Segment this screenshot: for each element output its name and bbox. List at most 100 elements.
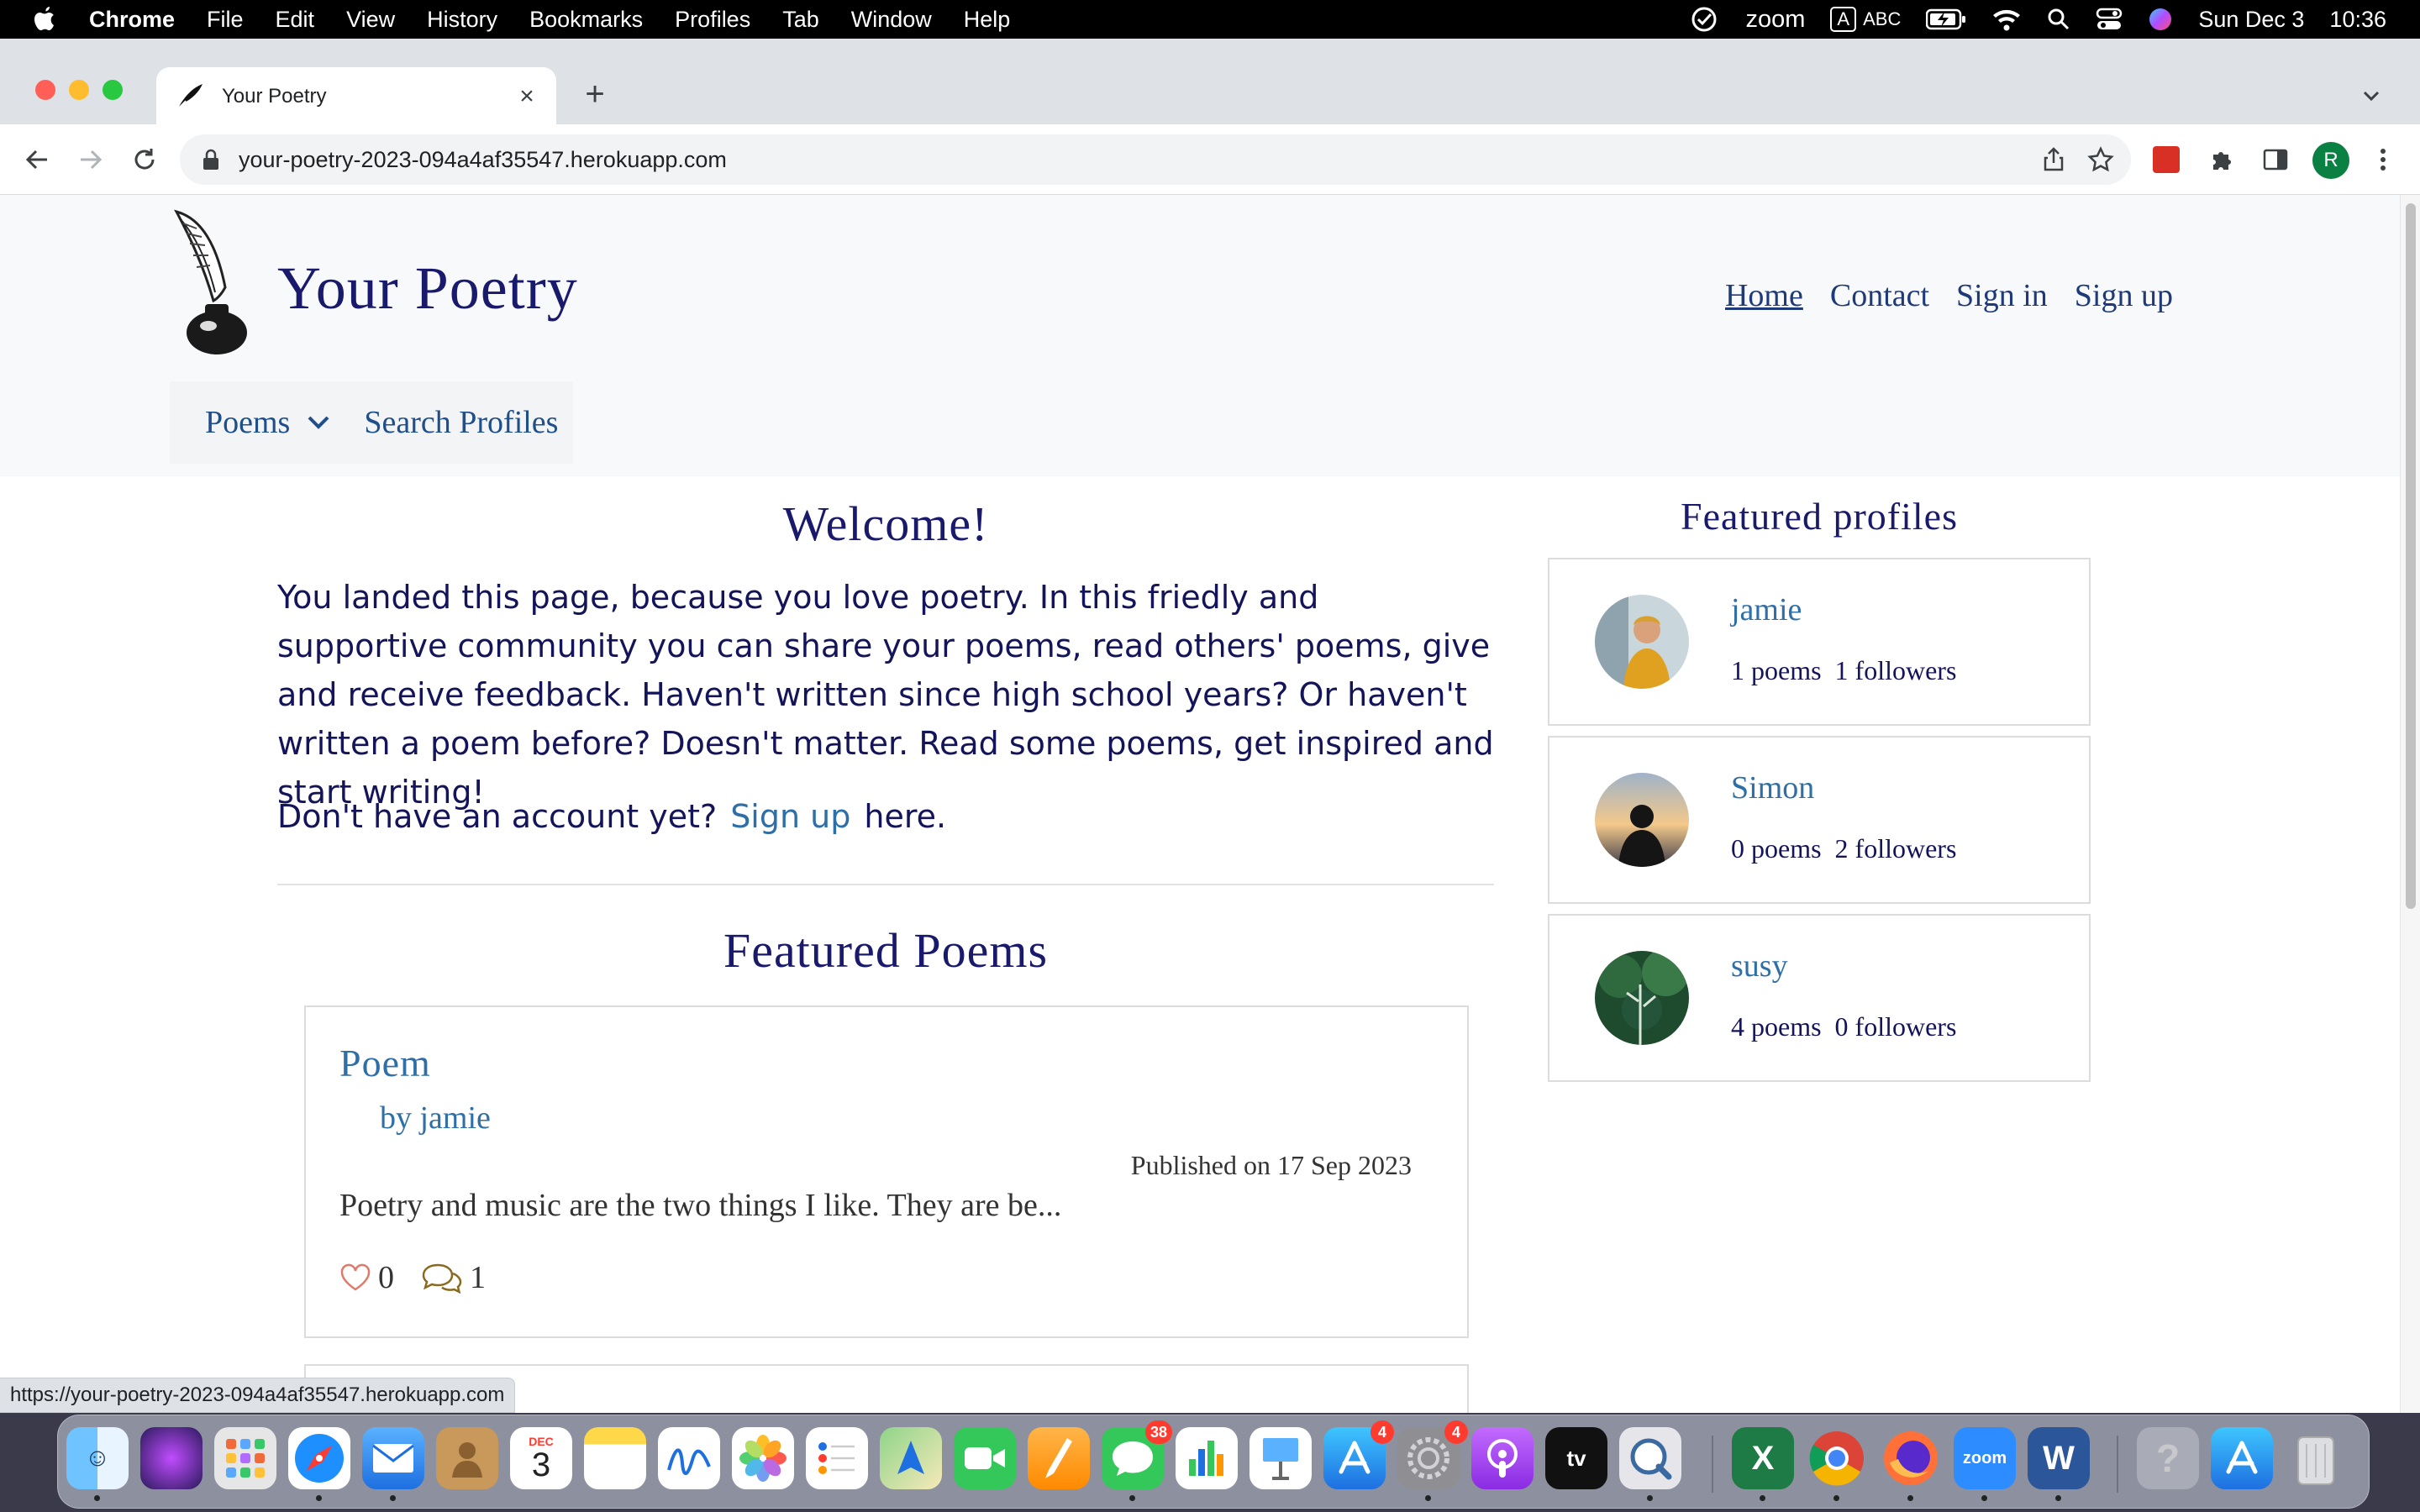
siri-app-icon[interactable] — [140, 1427, 203, 1489]
page-scrollbar[interactable] — [2400, 195, 2420, 1413]
input-source-indicator[interactable]: A ABC — [1830, 7, 1901, 32]
menu-chrome[interactable]: Chrome — [89, 7, 175, 33]
menu-profiles[interactable]: Profiles — [675, 7, 750, 33]
dock-separator — [2117, 1436, 2118, 1493]
screen-time-icon[interactable] — [1688, 3, 1720, 35]
bookmark-star-icon[interactable] — [2087, 146, 2114, 173]
heart-like-icon[interactable] — [339, 1263, 371, 1292]
menu-window[interactable]: Window — [851, 7, 932, 33]
address-bar[interactable]: your-poetry-2023-094a4af35547.herokuapp.… — [180, 134, 2131, 185]
reload-icon[interactable] — [128, 143, 161, 176]
extensions-puzzle-icon[interactable] — [2207, 144, 2237, 175]
system-settings-icon[interactable]: 4 — [1397, 1420, 1468, 1501]
safari-icon[interactable] — [288, 1427, 350, 1501]
app-store-icon[interactable]: 4 — [1323, 1420, 1394, 1489]
calendar-icon[interactable]: DEC 3 — [510, 1427, 572, 1489]
trash-icon[interactable] — [2285, 1427, 2347, 1489]
window-minimize-button[interactable] — [69, 80, 89, 100]
menubar-time[interactable]: 10:36 — [2329, 7, 2386, 33]
wifi-icon[interactable] — [1991, 7, 2022, 32]
battery-icon[interactable] — [1926, 8, 1966, 30]
photos-icon[interactable] — [732, 1427, 794, 1489]
profile-follower-count: 0 followers — [1834, 1011, 1957, 1042]
notes-icon[interactable] — [584, 1427, 646, 1489]
menu-edit[interactable]: Edit — [276, 7, 315, 33]
poem-author-link[interactable]: by jamie — [380, 1100, 491, 1137]
control-center-icon[interactable] — [2096, 7, 2123, 32]
chrome-icon[interactable] — [1806, 1427, 1868, 1501]
nav-contact-link[interactable]: Contact — [1830, 277, 1929, 314]
finder-icon[interactable]: ☺ — [66, 1427, 129, 1501]
pages-icon[interactable] — [1028, 1427, 1090, 1489]
profile-avatar-susy[interactable] — [1595, 951, 1689, 1045]
side-panel-icon[interactable] — [2260, 144, 2291, 175]
freeform-icon[interactable] — [658, 1427, 720, 1489]
nav-home-link[interactable]: Home — [1725, 277, 1803, 314]
poems-dropdown[interactable]: Poems — [205, 404, 330, 441]
forward-arrow-icon[interactable] — [74, 143, 108, 176]
menubar-date[interactable]: Sun Dec 3 — [2198, 7, 2304, 33]
address-url[interactable]: your-poetry-2023-094a4af35547.herokuapp.… — [239, 147, 727, 173]
apple-tv-icon[interactable]: tv — [1545, 1427, 1607, 1489]
app-store-folder-icon[interactable] — [2211, 1427, 2273, 1489]
poem-card[interactable]: Poem by jamie Published on 17 Sep 2023 P… — [304, 1005, 1469, 1338]
nav-sign-in-link[interactable]: Sign in — [1956, 277, 2048, 314]
account-prompt-suffix: here. — [864, 798, 947, 835]
search-profiles-link[interactable]: Search Profiles — [364, 404, 558, 441]
window-zoom-button[interactable] — [103, 80, 123, 100]
menu-file[interactable]: File — [207, 7, 244, 33]
word-icon[interactable]: W — [2028, 1427, 2090, 1501]
poem-title-link[interactable]: Poem — [339, 1041, 431, 1085]
comments-icon[interactable] — [421, 1262, 463, 1294]
mail-icon[interactable] — [362, 1427, 424, 1501]
lock-icon[interactable] — [202, 149, 220, 171]
sign-up-link[interactable]: Sign up — [730, 798, 850, 835]
tab-close-icon[interactable]: × — [513, 82, 541, 111]
zoom-status-label[interactable]: zoom — [1745, 6, 1805, 34]
keynote-icon[interactable] — [1249, 1427, 1312, 1489]
menu-help[interactable]: Help — [964, 7, 1011, 33]
reminders-icon[interactable] — [806, 1427, 868, 1489]
maps-icon[interactable] — [880, 1427, 942, 1489]
excel-icon[interactable]: X — [1732, 1427, 1794, 1501]
siri-icon[interactable] — [2148, 7, 2173, 32]
site-brand-title[interactable]: Your Poetry — [277, 254, 578, 323]
quill-inkpot-logo-icon[interactable] — [165, 207, 257, 358]
zoom-app-icon[interactable]: zoom — [1954, 1427, 2016, 1501]
window-close-button[interactable] — [35, 80, 55, 100]
contacts-icon[interactable] — [436, 1427, 498, 1489]
extension-icon[interactable] — [2151, 144, 2181, 175]
scrollbar-thumb[interactable] — [2406, 203, 2416, 909]
menu-bookmarks[interactable]: Bookmarks — [529, 7, 643, 33]
profile-card[interactable]: jamie 1 poems 1 followers — [1548, 558, 2091, 726]
firefox-icon[interactable] — [1880, 1427, 1942, 1501]
profile-avatar[interactable]: R — [2312, 142, 2349, 179]
spotlight-search-icon[interactable] — [2047, 8, 2070, 31]
menubar-status-area: zoom A ABC Sun Dec 3 10:36 — [1688, 0, 2386, 39]
profile-name-link[interactable]: jamie — [1731, 591, 1802, 628]
profile-name-link[interactable]: Simon — [1731, 769, 1814, 806]
apple-logo-icon[interactable] — [30, 4, 60, 34]
menu-view[interactable]: View — [346, 7, 395, 33]
menu-history[interactable]: History — [427, 7, 497, 33]
help-viewer-icon[interactable]: ? — [2137, 1427, 2199, 1489]
numbers-icon[interactable] — [1176, 1427, 1238, 1489]
facetime-icon[interactable] — [954, 1427, 1016, 1489]
quicktime-icon[interactable] — [1619, 1427, 1681, 1501]
menu-tab[interactable]: Tab — [782, 7, 819, 33]
messages-icon[interactable]: 38 — [1102, 1420, 1172, 1501]
podcasts-icon[interactable] — [1471, 1427, 1534, 1489]
nav-sign-up-link[interactable]: Sign up — [2075, 277, 2173, 314]
browser-tab-active[interactable]: Your Poetry × — [156, 67, 556, 126]
browser-menu-icon[interactable] — [2368, 144, 2398, 175]
profile-avatar-simon[interactable] — [1595, 773, 1689, 867]
launchpad-icon[interactable] — [214, 1427, 276, 1489]
profile-name-link[interactable]: susy — [1731, 948, 1788, 984]
profile-card[interactable]: Simon 0 poems 2 followers — [1548, 736, 2091, 904]
profile-avatar-jamie[interactable] — [1595, 595, 1689, 689]
tab-search-chevron-icon[interactable] — [2356, 81, 2386, 111]
share-icon[interactable] — [2040, 146, 2067, 173]
back-arrow-icon[interactable] — [20, 143, 54, 176]
new-tab-icon[interactable]: + — [578, 76, 612, 113]
profile-card[interactable]: susy 4 poems 0 followers — [1548, 914, 2091, 1082]
